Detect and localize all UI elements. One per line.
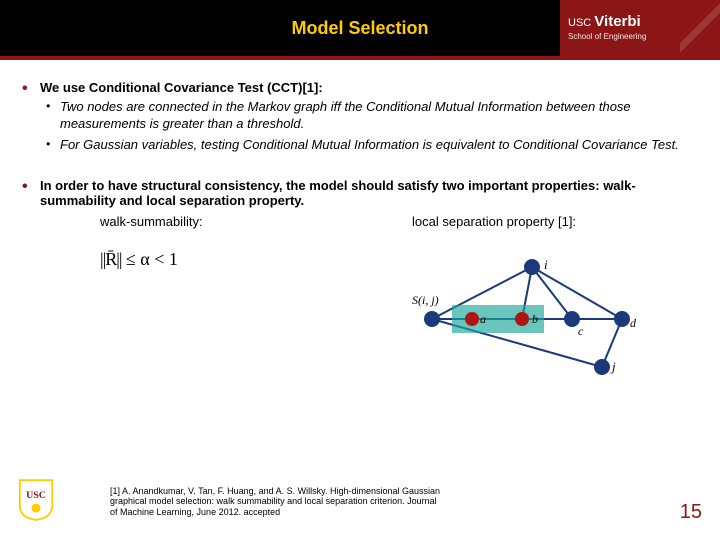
page-number: 15 (680, 501, 702, 524)
bullet-cct: We use Conditional Covariance Test (CCT)… (16, 80, 704, 154)
bullet-cct-text: We use (40, 80, 89, 95)
slide-body: We use Conditional Covariance Test (CCT)… (0, 56, 720, 382)
bullet-consistency: In order to have structural consistency,… (16, 178, 704, 382)
formula-ineq: ≤ α < 1 (121, 249, 177, 269)
bullet-consistency-text: In order to have structural consistency,… (40, 178, 636, 208)
logo-subtitle: School of Engineering (568, 33, 720, 42)
usc-viterbi-logo: USC Viterbi School of Engineering (560, 0, 720, 56)
usc-shield-icon: USC (18, 478, 54, 522)
logo-viterbi-text: Viterbi (594, 13, 640, 30)
walk-summability-formula: ||R̄|| ≤ α < 1 (40, 249, 362, 270)
svg-text:a: a (480, 312, 486, 326)
reference-citation: [1] A. Anandkumar, V. Tan, F. Huang, and… (110, 486, 440, 518)
col-local-separation: local separation property [1]: (382, 214, 704, 382)
slide-header: Model Selection USC Viterbi School of En… (0, 0, 720, 56)
bullet-cct-strong: Conditional Covariance Test (CCT)[1]: (89, 80, 323, 95)
walk-summability-label: walk-summability: (40, 214, 362, 229)
svg-text:d: d (630, 316, 637, 330)
svg-text:b: b (532, 312, 538, 326)
logo-usc-text: USC (568, 17, 591, 29)
svg-text:c: c (578, 324, 584, 338)
separation-diagram: i S(i, j) a b c d j (402, 249, 704, 382)
set-label: S(i, j) (412, 293, 439, 307)
node-i-label: i (544, 257, 548, 272)
formula-norm: ||R̄|| (100, 249, 121, 269)
sub-bullet-markov: Two nodes are connected in the Markov gr… (40, 99, 704, 133)
slide-title: Model Selection (291, 18, 428, 39)
col-walk-summability: walk-summability: ||R̄|| ≤ α < 1 (40, 214, 362, 382)
local-separation-label: local separation property [1]: (382, 214, 704, 229)
sub-bullet-gaussian: For Gaussian variables, testing Conditio… (40, 137, 704, 154)
svg-text:j: j (610, 359, 616, 374)
svg-text:USC: USC (26, 490, 46, 501)
